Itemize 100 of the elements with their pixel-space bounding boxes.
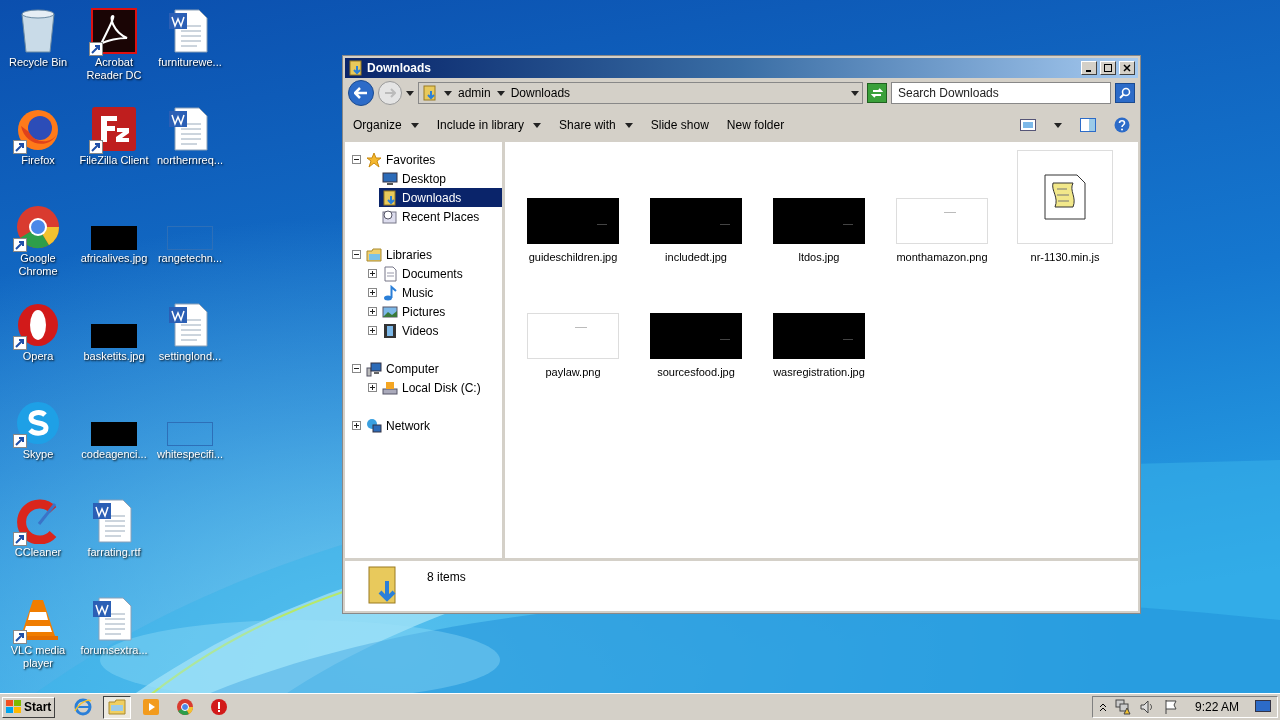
document-icon <box>382 265 398 282</box>
expand-icon[interactable] <box>367 307 377 316</box>
toolbar-button[interactable]: Share with <box>559 116 633 134</box>
expand-icon[interactable] <box>367 269 377 278</box>
shortcut-arrow-icon <box>13 140 27 154</box>
close-button[interactable] <box>1119 61 1135 75</box>
volume-icon[interactable] <box>1138 699 1155 715</box>
taskbar-button[interactable] <box>103 695 132 719</box>
file-item[interactable]: wasregistration.jpg <box>769 265 869 380</box>
shortcut-arrow-icon <box>13 630 27 644</box>
chrome-icon <box>15 204 61 250</box>
collapse-icon[interactable] <box>351 364 361 373</box>
desktop-icon[interactable]: settinglond... <box>152 294 228 392</box>
file-item[interactable]: sourcesfood.jpg <box>646 265 746 380</box>
search-icon <box>1119 87 1131 99</box>
desktop-icon[interactable]: Firefox <box>0 98 76 196</box>
toolbar-button[interactable]: Slide show <box>650 116 709 134</box>
shortcut-arrow-icon <box>89 42 103 56</box>
address-dropdown-icon <box>851 90 859 96</box>
nav-item[interactable]: Computer <box>363 359 502 378</box>
toolbar-button[interactable]: New folder <box>726 116 785 134</box>
desktop-icon[interactable]: FileZilla Client <box>76 98 152 196</box>
folder-icon <box>422 85 438 101</box>
nav-item[interactable]: Documents <box>379 264 502 283</box>
folder-icon <box>348 60 364 76</box>
desktop-icon-label: codeagenci... <box>80 448 148 461</box>
back-button[interactable] <box>348 80 374 106</box>
file-item[interactable]: includedt.jpg <box>646 150 746 265</box>
expand-icon[interactable] <box>367 383 377 392</box>
nav-item[interactable]: Favorites <box>363 150 502 169</box>
nav-item[interactable]: Pictures <box>379 302 502 321</box>
desktop-icon[interactable]: Opera <box>0 294 76 392</box>
file-item[interactable]: guideschildren.jpg <box>523 150 623 265</box>
desktop-icon[interactable]: africalives.jpg <box>76 196 152 294</box>
desktop-icon[interactable]: Google Chrome <box>0 196 76 294</box>
nav-item[interactable]: Recent Places <box>379 207 502 226</box>
file-item[interactable]: nr-1130.min.js <box>1015 150 1115 265</box>
desktop-icon-label: forumsextra... <box>79 644 149 657</box>
desktop-icon[interactable]: furniturewe... <box>152 0 228 98</box>
show-desktop-icon[interactable] <box>1255 700 1271 714</box>
desktop-icon[interactable]: Recycle Bin <box>0 0 76 98</box>
breadcrumb[interactable]: admin <box>458 84 491 102</box>
shortcut-arrow-icon <box>13 238 27 252</box>
opera-icon <box>15 302 61 348</box>
nav-item[interactable]: Videos <box>379 321 502 340</box>
preview-pane-icon[interactable] <box>1080 118 1096 132</box>
refresh-button[interactable] <box>867 83 887 103</box>
script-scroll-icon <box>1043 172 1087 221</box>
toolbar-button[interactable]: Include in library <box>436 116 542 134</box>
flag-icon[interactable] <box>1162 699 1179 715</box>
desktop-icon-label: northernreq... <box>155 154 224 167</box>
file-name: wasregistration.jpg <box>773 364 865 380</box>
toolbar-button[interactable]: Organize <box>353 116 419 134</box>
nav-item[interactable]: Downloads <box>379 188 502 207</box>
music-note-icon <box>382 284 398 301</box>
desktop-icon-label: basketits.jpg <box>82 350 146 363</box>
nav-item[interactable]: Local Disk (C:) <box>379 378 502 397</box>
collapse-icon[interactable] <box>351 155 361 164</box>
maximize-button[interactable] <box>1100 61 1116 75</box>
image-thumbnail-icon <box>167 226 213 250</box>
desktop-icon[interactable]: basketits.jpg <box>76 294 152 392</box>
help-icon[interactable] <box>1114 117 1130 133</box>
shortcut-arrow-icon <box>89 140 103 154</box>
collapse-icon[interactable] <box>351 250 361 259</box>
close-icon <box>1123 64 1131 72</box>
desktop-icon-label: FileZilla Client <box>78 154 150 167</box>
nav-item[interactable]: Network <box>363 416 502 435</box>
search-field[interactable]: Search Downloads <box>891 82 1111 104</box>
minimize-button[interactable] <box>1081 61 1097 75</box>
desktop-icon-label: africalives.jpg <box>79 252 149 265</box>
nav-item[interactable]: Libraries <box>363 245 502 264</box>
file-item[interactable]: monthamazon.png <box>892 150 992 265</box>
file-name: paylaw.png <box>545 364 601 380</box>
show-hidden-icons[interactable] <box>1098 702 1107 712</box>
expand-icon[interactable] <box>351 421 361 430</box>
view-icon[interactable] <box>1020 119 1036 131</box>
search-button[interactable] <box>1115 83 1135 103</box>
nav-item[interactable]: Desktop <box>379 169 502 188</box>
history-dropdown-icon <box>406 90 414 96</box>
forward-arrow-icon <box>384 88 396 98</box>
expand-icon[interactable] <box>367 326 377 335</box>
expand-icon[interactable] <box>367 288 377 297</box>
filezilla-icon <box>91 106 137 152</box>
file-item[interactable]: ltdos.jpg <box>769 150 869 265</box>
file-item[interactable]: paylaw.png <box>523 265 623 380</box>
clock[interactable]: 9:22 AM <box>1194 698 1239 716</box>
shortcut-arrow-icon <box>13 532 27 546</box>
film-strip-icon <box>382 322 398 339</box>
desktop-icon[interactable]: Acrobat Reader DC <box>76 0 152 98</box>
dropdown-arrow-icon <box>410 122 419 128</box>
network-warning-icon[interactable] <box>1114 699 1131 715</box>
desktop-icon[interactable]: rangetechn... <box>152 196 228 294</box>
computer-icon <box>366 360 382 377</box>
dropdown-arrow-icon <box>533 122 542 128</box>
nav-item[interactable]: Music <box>379 283 502 302</box>
start-button[interactable]: Start <box>2 696 56 718</box>
acrobat-icon <box>91 8 137 54</box>
address-bar[interactable]: admin Downloads <box>418 82 863 104</box>
desktop-icon[interactable]: northernreq... <box>152 98 228 196</box>
breadcrumb[interactable]: Downloads <box>510 84 571 102</box>
